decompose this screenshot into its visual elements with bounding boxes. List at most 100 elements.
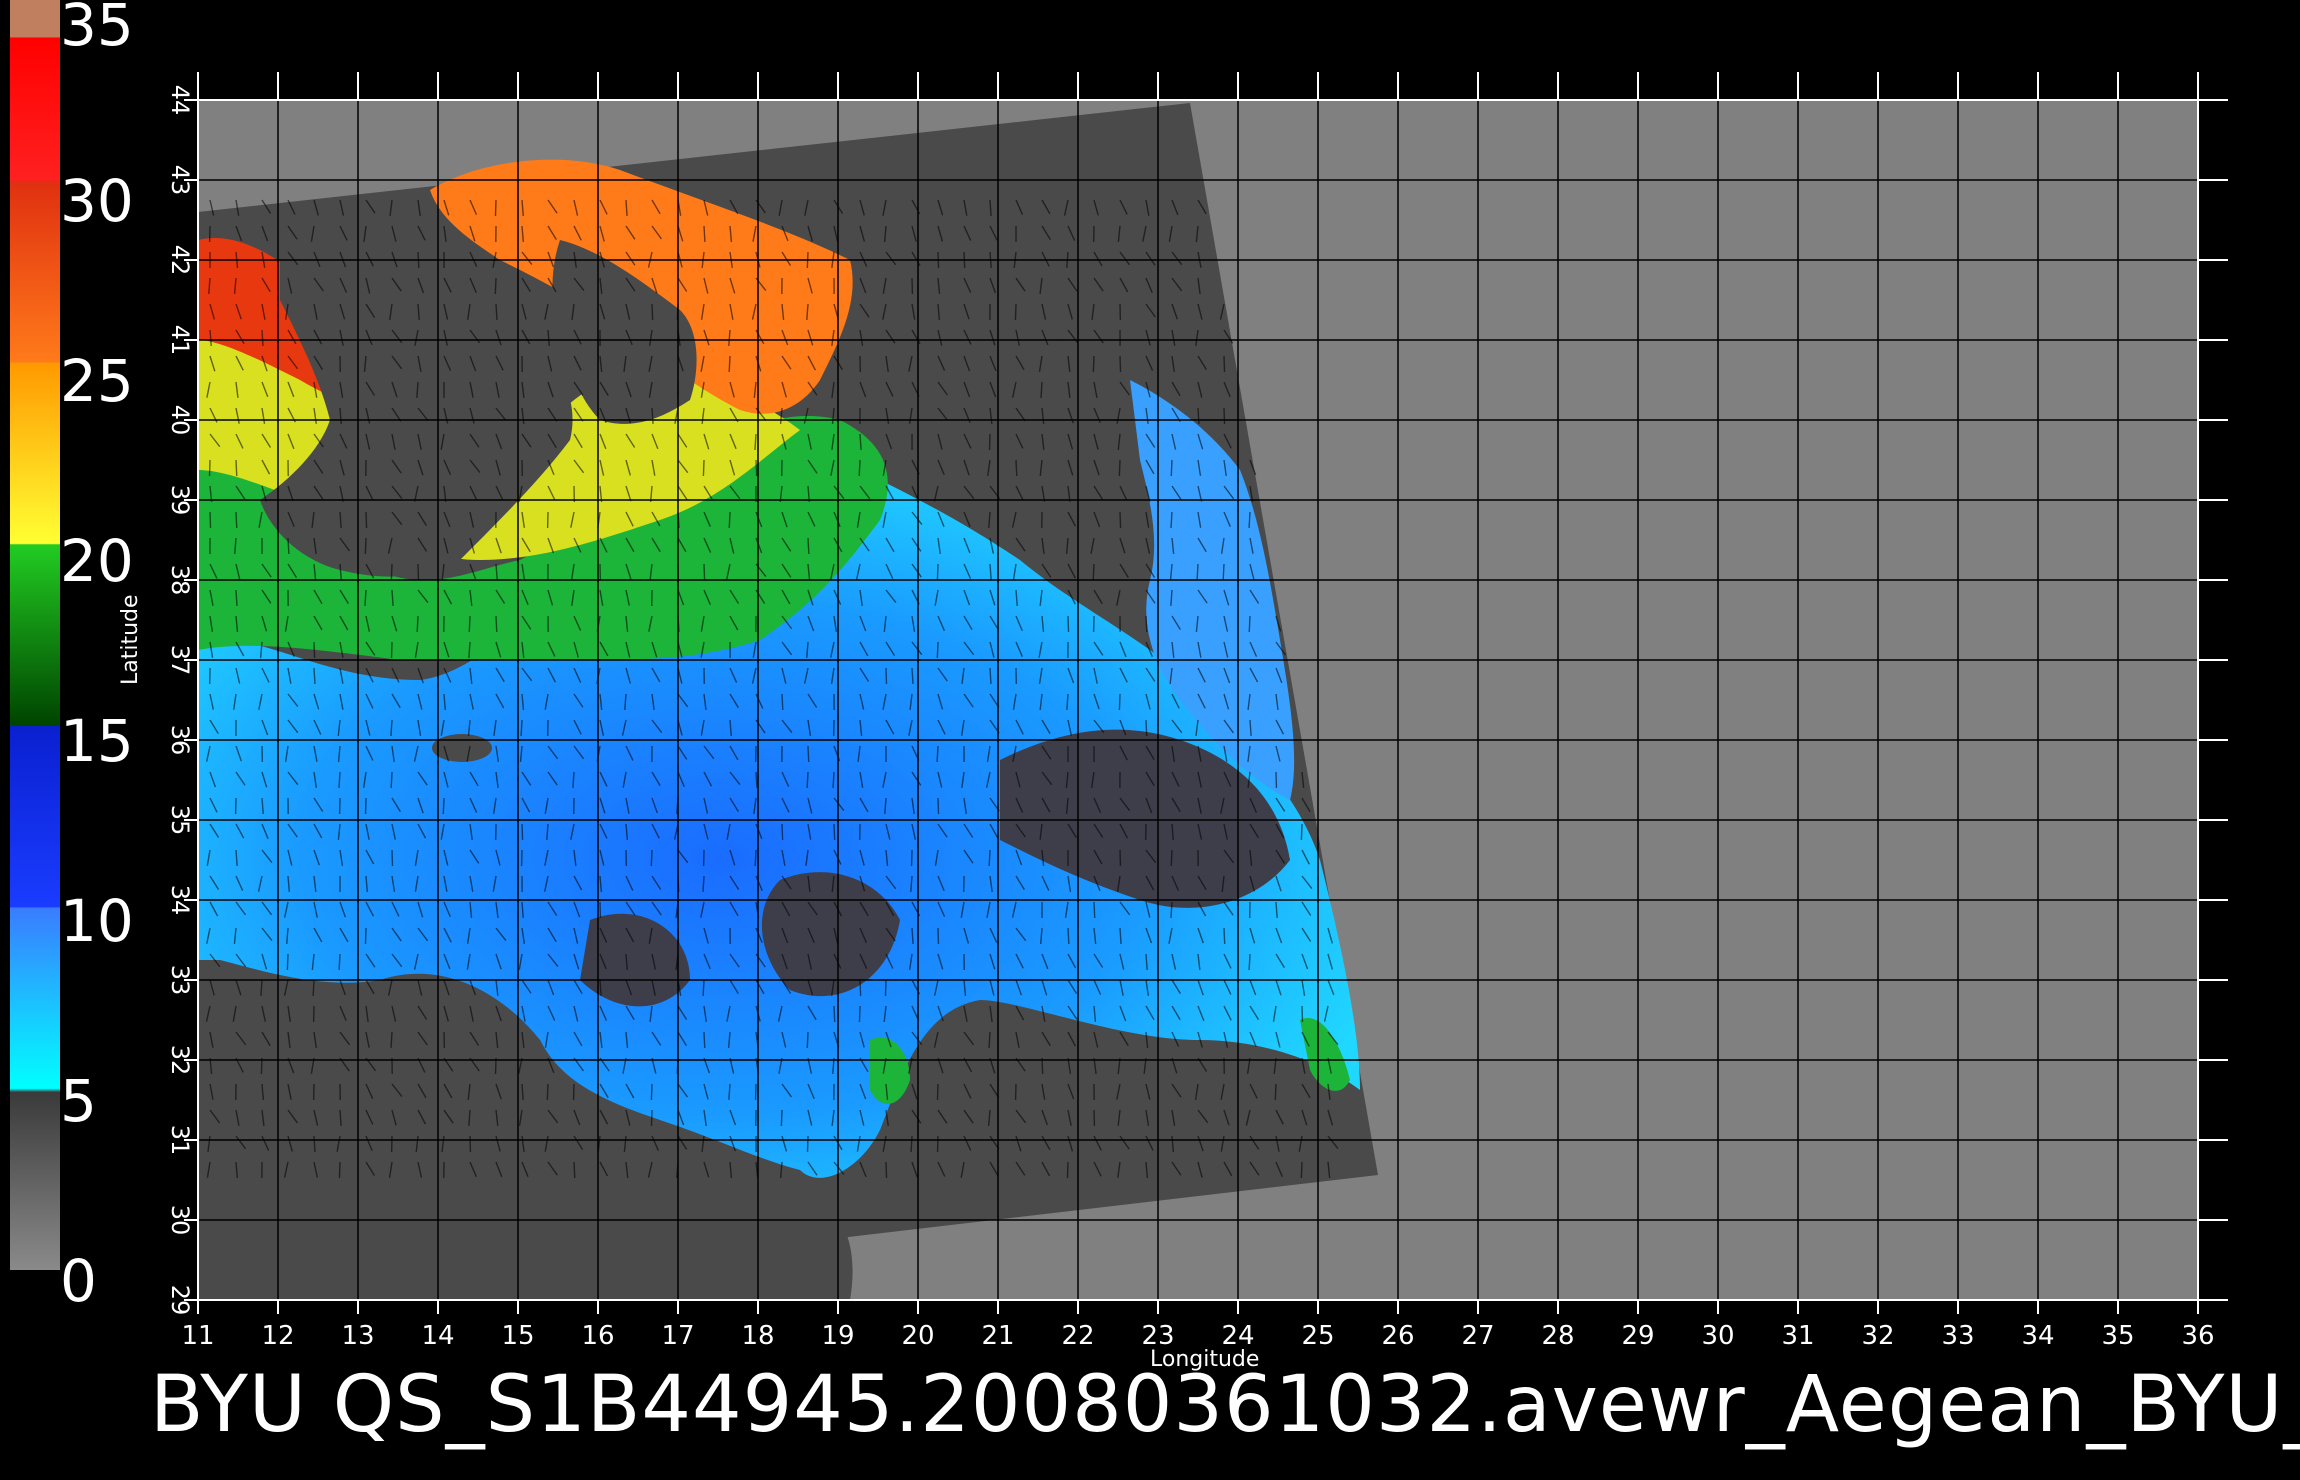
wind-vector — [1300, 823, 1303, 841]
wind-vector — [858, 1005, 861, 1023]
wind-vector — [1222, 563, 1225, 581]
wind-vector — [1040, 381, 1043, 399]
wind-vector — [520, 719, 523, 737]
wind-vector — [1248, 615, 1251, 633]
latitude-tick-label: 32 — [166, 1045, 194, 1076]
colorbar-label-0: 0 — [60, 1247, 97, 1315]
wind-vector — [988, 1031, 991, 1049]
colorbar-label-15: 15 — [60, 707, 134, 775]
wind-vector — [728, 511, 731, 529]
wind-vector — [494, 199, 497, 217]
wind-vector — [338, 771, 341, 789]
map-panel — [198, 100, 2198, 1300]
wind-vector — [495, 615, 498, 633]
wind-vector — [1118, 693, 1121, 711]
wind-vector — [1170, 511, 1173, 529]
longitude-tick-label: 35 — [2101, 1321, 2134, 1351]
latitude-tick-label: 41 — [166, 325, 194, 356]
wind-vector — [1248, 953, 1251, 971]
wind-vector — [807, 537, 810, 555]
wind-vector — [703, 225, 706, 243]
wind-vector — [858, 459, 861, 477]
colorbar-label-30: 30 — [60, 167, 134, 235]
sicily-land — [432, 734, 492, 762]
longitude-tick-label: 14 — [421, 1321, 454, 1351]
wind-vector — [936, 641, 939, 659]
latitude-tick-label: 33 — [166, 965, 194, 996]
wind-vector — [936, 745, 939, 763]
wind-vector — [313, 641, 316, 659]
longitude-tick-label: 36 — [2181, 1321, 2214, 1351]
wind-vector — [1092, 355, 1095, 373]
longitude-tick-label: 15 — [501, 1321, 534, 1351]
wind-vector — [703, 1031, 706, 1049]
longitude-tick-label: 16 — [581, 1321, 614, 1351]
wind-vector — [235, 589, 238, 607]
longitude-tick-label: 28 — [1541, 1321, 1574, 1351]
wind-vector — [833, 823, 836, 841]
longitude-tick-label: 13 — [341, 1321, 374, 1351]
wind-vector — [338, 953, 341, 971]
wind-map-figure: 11 12 13 14 15 16 17 18 19 20 21 22 23 24 25 26 27 28 29 30… — [10, 0, 2228, 1351]
colorbar-label-25: 25 — [60, 347, 134, 415]
wind-vector — [885, 667, 888, 685]
wind-vector — [910, 1135, 913, 1153]
wind-vector — [390, 1031, 393, 1049]
wind-vector — [1066, 1161, 1069, 1179]
longitude-tick-label: 17 — [661, 1321, 694, 1351]
wind-vector — [755, 459, 758, 477]
wind-vector — [1223, 355, 1226, 373]
wind-vector — [235, 459, 238, 477]
wind-vector — [495, 303, 498, 321]
wind-vector — [754, 849, 757, 867]
wind-vector — [702, 459, 705, 477]
wind-vector — [442, 797, 445, 815]
wind-vector — [416, 615, 419, 633]
colorbar — [10, 0, 60, 1270]
wind-vector — [1119, 511, 1122, 529]
wind-vector — [1067, 615, 1070, 633]
latitude-tick-label: 29 — [166, 1285, 194, 1316]
wind-vector — [364, 537, 367, 555]
wind-vector — [1015, 459, 1018, 477]
wind-vector — [807, 745, 810, 763]
longitude-tick-label: 33 — [1941, 1321, 1974, 1351]
wind-vector — [1223, 927, 1226, 945]
wind-vector — [936, 1083, 939, 1101]
wind-vector — [365, 511, 368, 529]
wind-vector — [390, 771, 393, 789]
latitude-tick-label: 36 — [166, 725, 194, 756]
wind-vector — [208, 459, 211, 477]
longitude-tick-label: 25 — [1301, 1321, 1334, 1351]
wind-vector — [832, 771, 835, 789]
wind-vector — [937, 797, 940, 815]
wind-vector — [1145, 719, 1148, 737]
wind-vector — [313, 667, 316, 685]
wind-vector — [936, 563, 939, 581]
latitude-tick-label: 31 — [166, 1125, 194, 1156]
longitude-tick-label: 20 — [901, 1321, 934, 1351]
longitude-tick-label: 22 — [1061, 1321, 1094, 1351]
wind-vector — [338, 1161, 341, 1179]
wind-vector — [988, 849, 991, 867]
wind-vector — [312, 979, 315, 997]
colorbar-label-5: 5 — [60, 1067, 97, 1135]
wind-vector — [650, 1083, 653, 1101]
wind-vector — [650, 849, 653, 867]
wind-vector — [833, 1005, 836, 1023]
wind-vector — [1223, 407, 1226, 425]
wind-vector — [521, 823, 524, 841]
wind-vector — [702, 979, 705, 997]
wind-vector — [1170, 849, 1173, 867]
longitude-tick-label: 32 — [1861, 1321, 1894, 1351]
longitude-tick-label: 29 — [1621, 1321, 1654, 1351]
wind-vector — [859, 979, 862, 997]
longitude-tick-label: 27 — [1461, 1321, 1494, 1351]
wind-vector — [287, 537, 290, 555]
wind-vector — [781, 823, 784, 841]
latitude-tick-label: 43 — [166, 165, 194, 196]
wind-vector — [1197, 407, 1200, 425]
wind-vector — [755, 771, 758, 789]
wind-vector — [988, 433, 991, 451]
wind-vector — [546, 1083, 549, 1101]
